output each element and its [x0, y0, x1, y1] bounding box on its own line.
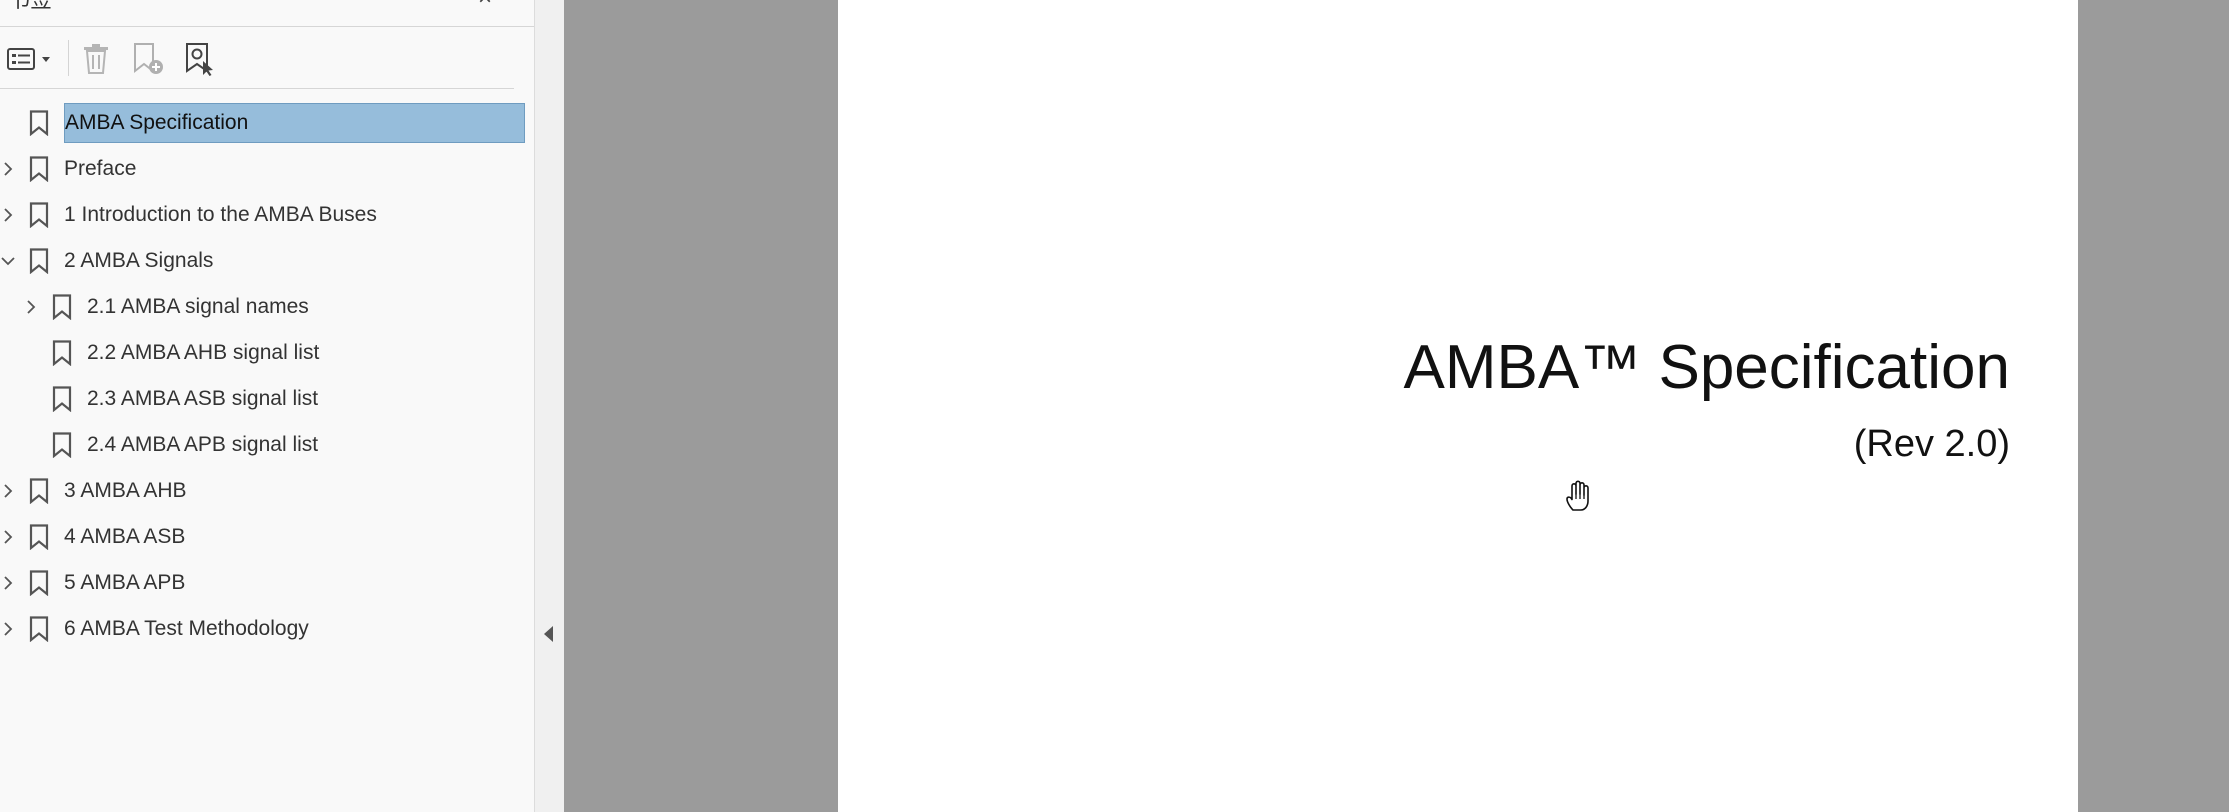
chevron-right-icon[interactable] [0, 618, 16, 640]
bookmark-icon [51, 432, 73, 459]
document-view[interactable]: AMBA™ Specification (Rev 2.0) [564, 0, 2229, 812]
chevron-right-icon[interactable] [0, 480, 16, 502]
chevron-right-icon[interactable] [0, 526, 16, 548]
chevron-down-icon[interactable] [0, 250, 16, 272]
bookmark-item[interactable]: 1 Introduction to the AMBA Buses [0, 192, 534, 238]
bookmark-label: 3 AMBA AHB [64, 479, 187, 502]
chevron-right-icon[interactable] [23, 296, 39, 318]
bookmark-icon [28, 248, 50, 275]
panel-splitter[interactable] [534, 0, 565, 812]
bookmark-item[interactable]: AMBA Specification [0, 100, 534, 146]
bookmark-icon [28, 478, 50, 505]
close-panel-button[interactable]: × [478, 0, 492, 10]
document-subtitle: (Rev 2.0) [1853, 423, 2010, 465]
bookmark-label: 4 AMBA ASB [64, 525, 186, 548]
bookmark-label: 6 AMBA Test Methodology [64, 617, 309, 640]
bookmarks-panel-header: 书签 × [0, 0, 534, 27]
bookmark-item[interactable]: 4 AMBA ASB [0, 514, 534, 560]
bookmark-icon [28, 110, 50, 137]
bookmark-label: 2.4 AMBA APB signal list [87, 433, 319, 456]
bookmark-label: 5 AMBA APB [64, 571, 186, 594]
list-options-icon [7, 48, 50, 70]
pdf-viewer: 书签 × [0, 0, 2229, 812]
chevron-right-icon[interactable] [0, 158, 16, 180]
trash-icon [84, 44, 108, 74]
chevron-right-icon[interactable] [0, 572, 16, 594]
bookmark-icon [28, 616, 50, 643]
bookmarks-toolbar [0, 32, 514, 89]
document-page[interactable]: AMBA™ Specification (Rev 2.0) [838, 0, 2078, 812]
add-bookmark-icon [134, 43, 163, 74]
bookmark-item[interactable]: 6 AMBA Test Methodology [0, 606, 534, 652]
bookmark-icon [51, 294, 73, 321]
bookmark-label: Preface [64, 157, 137, 180]
chevron-right-icon[interactable] [0, 204, 16, 226]
bookmark-icon [51, 340, 73, 367]
find-current-bookmark-icon [186, 43, 213, 76]
bookmark-item[interactable]: 2.1 AMBA signal names [0, 284, 534, 330]
bookmark-icon [28, 524, 50, 551]
panel-title: 书签 [8, 0, 52, 12]
bookmark-item[interactable]: 2.3 AMBA ASB signal list [0, 376, 534, 422]
bookmark-label: 2.1 AMBA signal names [87, 295, 309, 318]
bookmark-item[interactable]: 3 AMBA AHB [0, 468, 534, 514]
toolbar-separator [68, 40, 69, 76]
bookmark-label: 2 AMBA Signals [64, 249, 214, 272]
bookmark-item[interactable]: 2.4 AMBA APB signal list [0, 422, 534, 468]
delete-bookmark-button[interactable] [78, 40, 114, 78]
bookmark-item[interactable]: 2 AMBA Signals [0, 238, 534, 284]
options-menu-button[interactable] [4, 40, 56, 78]
bookmark-item[interactable]: 2.2 AMBA AHB signal list [0, 330, 534, 376]
find-current-bookmark-button[interactable] [180, 40, 220, 78]
bookmark-icon [28, 570, 50, 597]
add-bookmark-button[interactable] [128, 40, 168, 78]
bookmark-label: 2.2 AMBA AHB signal list [87, 341, 320, 364]
collapse-panel-arrow-icon[interactable] [544, 626, 553, 642]
bookmark-label: AMBA Specification [64, 103, 525, 143]
bookmark-label: 1 Introduction to the AMBA Buses [64, 203, 377, 226]
bookmark-label: 2.3 AMBA ASB signal list [87, 387, 319, 410]
document-title: AMBA™ Specification [1403, 333, 2010, 402]
bookmarks-panel: 书签 × [0, 0, 534, 812]
hand-cursor-icon [1566, 480, 1589, 511]
bookmark-icon [51, 386, 73, 413]
bookmark-icon [28, 202, 50, 229]
bookmark-icon [28, 156, 50, 183]
bookmark-item[interactable]: 5 AMBA APB [0, 560, 534, 606]
bookmark-item[interactable]: Preface [0, 146, 534, 192]
